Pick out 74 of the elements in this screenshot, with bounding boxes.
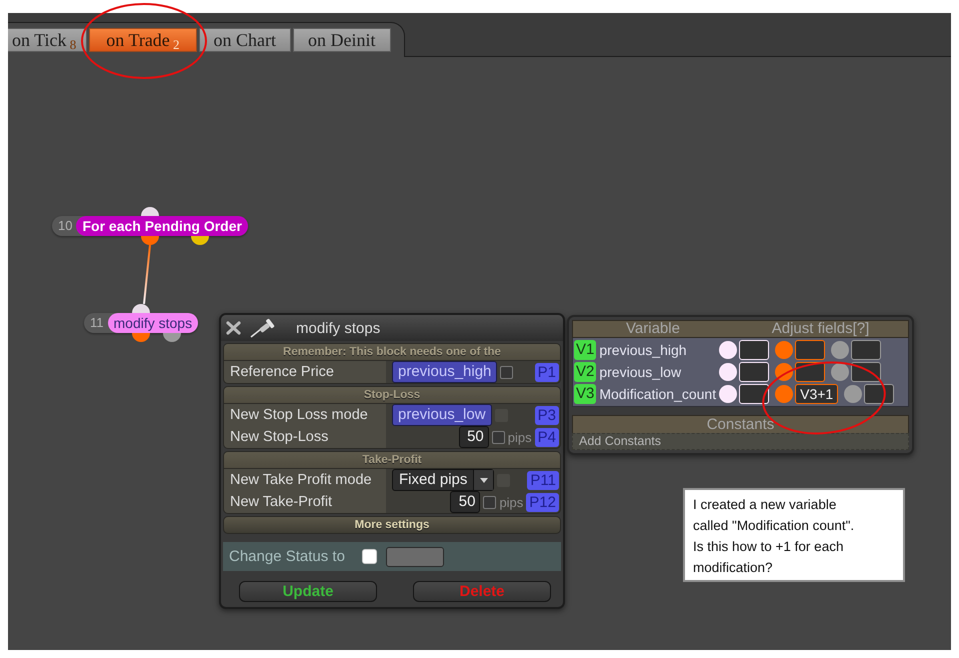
field-label: New Take-Profit [224, 491, 386, 513]
field-label: New Take Profit mode [224, 469, 386, 491]
field-label: New Stop-Loss [224, 426, 386, 448]
checkbox[interactable] [362, 549, 377, 564]
section-heading: Take-Profit [224, 452, 560, 469]
connector-line [142, 245, 152, 304]
flow-node[interactable]: 10 For each Pending Order [52, 216, 248, 236]
port-icon[interactable] [140, 236, 159, 245]
add-constants-button[interactable]: Add Constants [572, 433, 909, 450]
close-icon[interactable] [225, 321, 242, 335]
adjust-field[interactable] [851, 340, 882, 360]
adjust-field[interactable] [795, 340, 826, 360]
number-field[interactable]: 50 [450, 491, 480, 513]
dot-icon[interactable] [719, 363, 738, 381]
panel-title: modify stops [296, 320, 380, 336]
adjust-field[interactable] [795, 362, 826, 382]
constants-heading: Constants [572, 415, 909, 433]
dot-icon[interactable] [719, 385, 738, 403]
number-field[interactable]: 50 [458, 426, 489, 448]
param-tag: P3 [534, 406, 559, 424]
tab[interactable]: on Chart [198, 28, 292, 52]
variable-name: Modification_count [599, 386, 716, 402]
port-icon[interactable] [132, 333, 150, 342]
dot-icon[interactable] [844, 385, 862, 403]
node-title: For each Pending Order [76, 216, 248, 236]
comment-note: I created a new variable called "Modification count". Is this how to +1 for each modification? [683, 488, 905, 582]
flow-node[interactable]: 11 modify stops [84, 313, 198, 333]
variable-id-tag: V1 [574, 340, 596, 360]
caret-icon [480, 478, 488, 482]
more-settings-header[interactable]: More settings [223, 516, 561, 534]
dot-icon[interactable] [775, 385, 794, 403]
variable-field[interactable]: previous_high [392, 361, 498, 383]
section-heading: Remember: This block needs one of the [224, 344, 560, 361]
variable-field[interactable]: previous_low [392, 404, 492, 426]
port-icon[interactable] [163, 333, 182, 342]
port-icon[interactable] [140, 207, 159, 216]
dot-icon[interactable] [775, 363, 794, 381]
param-tag: P11 [527, 470, 559, 490]
field-label: Change Status to [229, 548, 346, 565]
pin-icon[interactable] [250, 318, 276, 338]
port-icon[interactable] [190, 236, 209, 245]
port-icon[interactable] [132, 304, 150, 313]
column-header: Variable [625, 321, 681, 337]
unit-label: pips [499, 494, 524, 510]
variable-name: previous_low [599, 364, 682, 380]
checkbox[interactable] [492, 430, 505, 444]
tab[interactable]: on Deinit [293, 28, 391, 52]
node-number: 10 [57, 217, 74, 235]
param-tag: P4 [534, 428, 559, 446]
tab[interactable]: on Trade $_{2}$ [89, 28, 197, 52]
checkbox[interactable] [483, 496, 496, 508]
node-number: 11 [89, 314, 104, 332]
dot-icon[interactable] [831, 363, 850, 381]
dot-icon[interactable] [719, 341, 738, 359]
field-label: Reference Price [224, 361, 386, 383]
dot-icon[interactable] [775, 341, 794, 359]
unit-label: pips [508, 430, 532, 444]
update-button[interactable]: Update [239, 581, 377, 602]
column-header: Adjust fields[?] [770, 321, 870, 337]
variable-id-tag: V2 [574, 362, 596, 382]
section-heading: Stop-Loss [224, 387, 560, 404]
dropdown[interactable]: Fixed pips [392, 469, 494, 491]
variable-name: previous_high [599, 342, 688, 358]
param-tag: P12 [526, 492, 559, 512]
node-title: modify stops [108, 313, 198, 333]
adjust-field[interactable]: V3+1 [795, 384, 838, 404]
tab[interactable]: on Tick $_{8}$ [8, 28, 88, 52]
field-label: New Stop Loss mode [224, 404, 386, 426]
checkbox[interactable] [500, 366, 514, 378]
param-tag: P1 [534, 362, 559, 382]
adjust-field[interactable] [864, 384, 894, 404]
variable-id-tag: V3 [574, 384, 596, 404]
input-field[interactable] [386, 546, 444, 566]
dot-icon[interactable] [831, 341, 850, 359]
